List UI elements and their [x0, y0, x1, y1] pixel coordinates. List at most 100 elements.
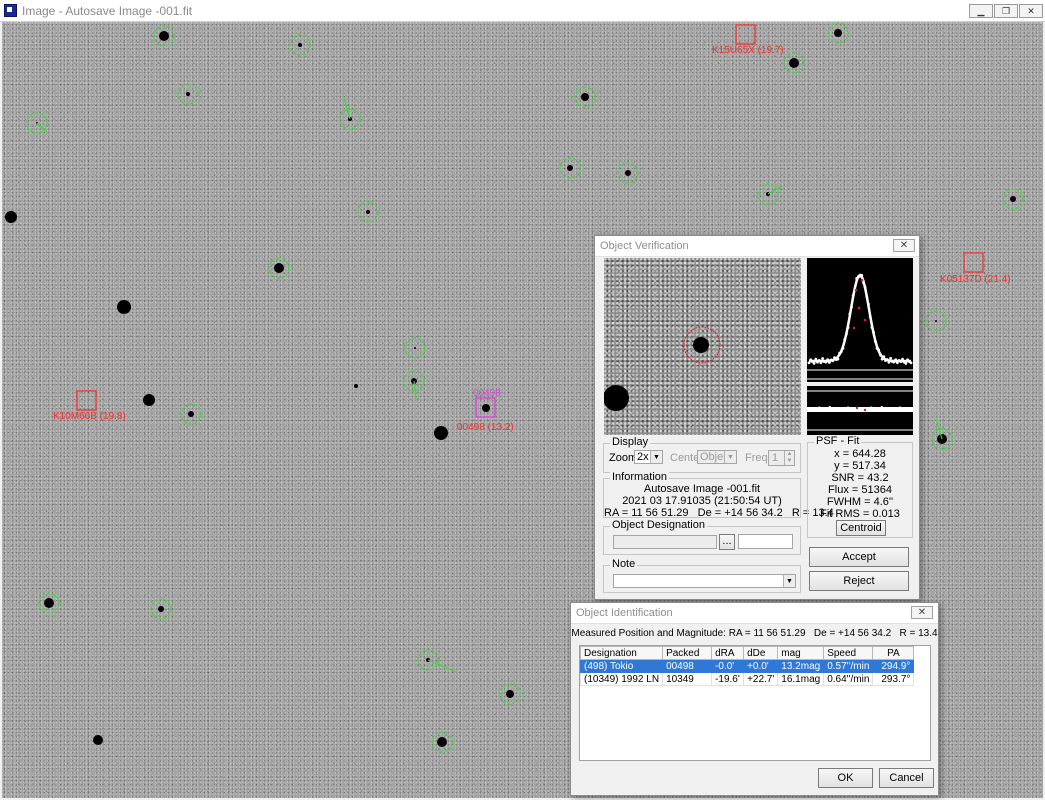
- table-row[interactable]: (10349) 1992 LN 10349 -19.6' +22.7' 16.1…: [579, 672, 915, 686]
- reject-button-label: Reject: [843, 575, 875, 587]
- residual-sample: [883, 408, 886, 411]
- psf-sample: [807, 361, 811, 365]
- psf-sample: [872, 330, 875, 334]
- bright-star: [604, 385, 629, 411]
- column-header[interactable]: Speed: [823, 646, 874, 660]
- cell-packed: 00498: [662, 659, 713, 673]
- known-object-label: K15U65X (19.7): [712, 45, 784, 56]
- thumbnail-view: [604, 326, 721, 411]
- residual-sample: [909, 408, 912, 411]
- centroid-button[interactable]: Centroid: [836, 520, 886, 536]
- residual-svg: [807, 390, 913, 431]
- psf-sample: [839, 350, 843, 354]
- ok-button-label: OK: [837, 772, 854, 784]
- cell-packed: 10349: [662, 672, 713, 686]
- minimize-icon: ▁: [977, 6, 985, 16]
- residual-sample: [870, 406, 873, 409]
- center-select[interactable]: Object ▼: [697, 450, 737, 464]
- star: [625, 170, 631, 176]
- cell-designation: (498) Tokio: [579, 659, 664, 673]
- psf-fit-group: PSF - Fit x = 644.28 y = 517.34 SNR = 43…: [807, 435, 913, 538]
- residual-sample: [841, 407, 844, 410]
- motion-vector: [36, 122, 46, 132]
- designation-code-input[interactable]: [738, 534, 793, 549]
- freq-spinner[interactable]: 1 ▲ ▼: [768, 450, 795, 466]
- zoom-value: 2x: [637, 451, 649, 463]
- residual-fit-point: [855, 406, 859, 410]
- known-object-label: K10M66B (19.8): [53, 411, 126, 422]
- psf-sample: [894, 358, 898, 362]
- psf-sample: [899, 360, 903, 363]
- cancel-button[interactable]: Cancel: [879, 768, 934, 788]
- cell-pa: 293.7°: [872, 672, 915, 686]
- reject-button[interactable]: Reject: [809, 571, 909, 591]
- measured-position: Measured Position and Magnitude: RA = 11…: [571, 628, 938, 639]
- psf-sample: [862, 281, 865, 285]
- residual-plot: [807, 386, 913, 435]
- known-object-box: [76, 390, 97, 411]
- psf-sample: [846, 326, 850, 329]
- residual-sample: [862, 406, 865, 410]
- residual-sample: [875, 407, 878, 410]
- table-row[interactable]: (498) Tokio 00498 -0.0' +0.0' 13.2mag 0.…: [579, 659, 915, 673]
- close-button[interactable]: ✕: [1019, 4, 1043, 18]
- freq-value: 1: [772, 452, 779, 464]
- psf-fit-point: [857, 306, 861, 310]
- freq-label: Freq.: [745, 452, 771, 464]
- star: [143, 394, 155, 406]
- residual-sample: [831, 408, 834, 411]
- psf-sample: [896, 361, 899, 365]
- residual-sample: [898, 406, 902, 409]
- psf-fit-point: [863, 318, 867, 322]
- close-icon: ✕: [899, 240, 909, 251]
- residual-sample: [828, 405, 831, 409]
- zoom-select[interactable]: 2x ▼: [634, 450, 663, 464]
- zoom-thumbnail[interactable]: [604, 258, 801, 435]
- psf-sample: [836, 357, 840, 361]
- centroid-button-label: Centroid: [840, 522, 882, 534]
- residual-sample: [859, 409, 863, 412]
- star: [274, 263, 284, 273]
- psf-sample: [814, 357, 818, 361]
- cell-pa: 294.9°: [872, 659, 915, 673]
- column-header[interactable]: dDe: [743, 646, 779, 660]
- psf-sample: [882, 355, 886, 358]
- accept-button[interactable]: Accept: [809, 547, 909, 567]
- column-header[interactable]: PA: [872, 646, 915, 660]
- close-button[interactable]: ✕: [893, 239, 915, 252]
- residual-sample: [846, 406, 850, 409]
- psf-sample: [824, 360, 828, 364]
- star: [567, 165, 573, 171]
- accept-button-label: Accept: [842, 551, 876, 563]
- psf-sample: [865, 295, 869, 299]
- column-header[interactable]: Packed: [662, 646, 713, 660]
- browse-button[interactable]: ...: [719, 534, 735, 550]
- star: [117, 300, 131, 314]
- residual-sample: [836, 406, 839, 410]
- window-titlebar: Image - Autosave Image -001.fit ▁ ❐ ✕: [0, 0, 1045, 22]
- residual-sample: [878, 409, 881, 412]
- designation-group-label: Object Designation: [610, 519, 707, 531]
- cell-speed: 0.64''/min: [823, 672, 874, 686]
- designation-input[interactable]: [613, 535, 717, 549]
- column-header[interactable]: mag: [777, 646, 825, 660]
- minimize-button[interactable]: ▁: [969, 4, 993, 18]
- chevron-down-icon: ▼: [783, 575, 795, 587]
- residual-sample: [896, 408, 899, 411]
- psf-fit-point: [852, 326, 856, 330]
- star: [437, 737, 447, 747]
- cell-dde: +22.7': [743, 672, 779, 686]
- close-button[interactable]: ✕: [911, 606, 933, 619]
- psf-sample: [851, 294, 855, 298]
- column-header[interactable]: Designation: [579, 646, 664, 660]
- psf-sample: [873, 339, 877, 343]
- residual-sample: [888, 406, 891, 410]
- column-header[interactable]: dRA: [711, 646, 745, 660]
- ok-button[interactable]: OK: [818, 768, 873, 788]
- psf-sample: [828, 361, 831, 364]
- psf-sample: [867, 302, 870, 306]
- restore-button[interactable]: ❐: [994, 4, 1018, 18]
- star: [834, 29, 842, 37]
- note-select[interactable]: ▼: [613, 574, 796, 588]
- close-icon: ✕: [917, 607, 927, 618]
